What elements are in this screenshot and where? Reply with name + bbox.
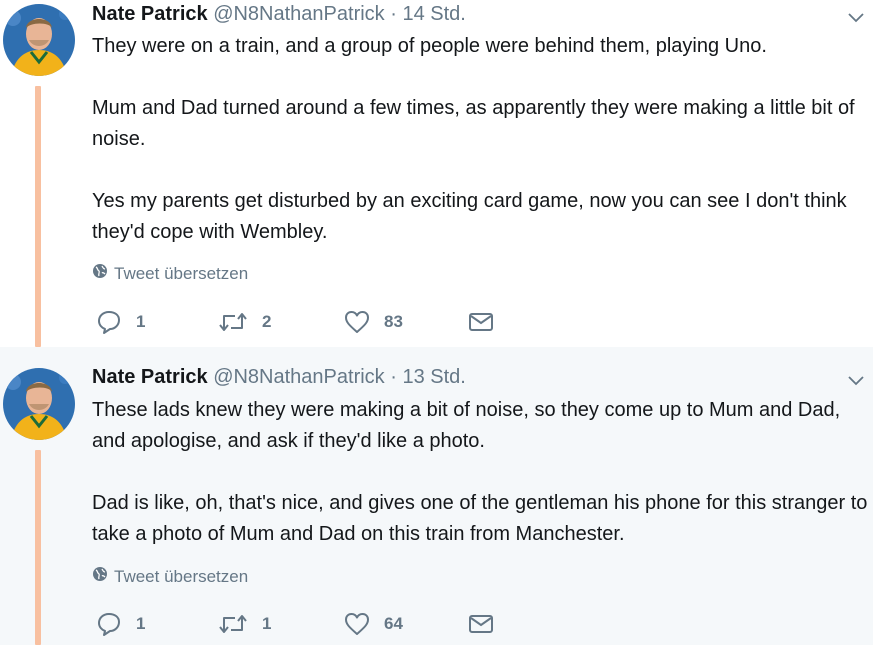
tweet-text: They were on a train, and a group of peo… [92,31,872,248]
timestamp[interactable]: 14 Std. [402,3,465,25]
tweet-header: Nate Patrick @N8NathanPatrick · 14 Std. [92,3,466,26]
retweet-count: 1 [262,614,272,633]
thread-line [35,450,41,645]
reply-count: 1 [136,614,146,633]
reply-icon [96,309,122,335]
tweet-header: Nate Patrick @N8NathanPatrick · 13 Std. [92,366,466,389]
direct-message-button[interactable] [468,309,494,335]
avatar[interactable] [3,4,75,76]
reply-button[interactable]: 1 [96,611,145,637]
author-name[interactable]: Nate Patrick [92,366,208,388]
like-count: 83 [384,312,403,331]
globe-icon [92,263,108,284]
retweet-icon [218,611,248,637]
author-handle[interactable]: @N8NathanPatrick [213,3,384,25]
translate-label: Tweet übersetzen [114,263,249,283]
retweet-button[interactable]: 2 [218,309,271,335]
globe-icon [92,566,108,587]
translate-tweet-link[interactable]: Tweet übersetzen [92,566,248,587]
translate-label: Tweet übersetzen [114,566,249,586]
timestamp[interactable]: 13 Std. [402,366,465,388]
reply-button[interactable]: 1 [96,309,145,335]
tweet-paragraph: They were on a train, and a group of peo… [92,35,767,57]
retweet-count: 2 [262,312,272,331]
chevron-down-icon[interactable] [847,371,865,389]
heart-icon [344,309,370,335]
reply-icon [96,611,122,637]
envelope-icon [468,611,494,637]
tweet[interactable]: Nate Patrick @N8NathanPatrick · 14 Std. … [0,0,873,347]
tweet-text: These lads knew they were making a bit o… [92,395,872,550]
author-name[interactable]: Nate Patrick [92,3,208,25]
retweet-icon [218,309,248,335]
separator-dot: · [390,366,397,388]
tweet-paragraph: Mum and Dad turned around a few times, a… [92,97,855,150]
tweet-paragraph: Dad is like, oh, that's nice, and gives … [92,492,868,545]
envelope-icon [468,309,494,335]
like-count: 64 [384,614,403,633]
like-button[interactable]: 83 [344,309,403,335]
reply-count: 1 [136,312,146,331]
thread-line [35,86,41,347]
translate-tweet-link[interactable]: Tweet übersetzen [92,263,248,284]
avatar[interactable] [3,368,75,440]
tweet[interactable]: Nate Patrick @N8NathanPatrick · 13 Std. … [0,347,873,645]
heart-icon [344,611,370,637]
chevron-down-icon[interactable] [847,8,865,26]
author-handle[interactable]: @N8NathanPatrick [213,366,384,388]
separator-dot: · [390,3,397,25]
like-button[interactable]: 64 [344,611,403,637]
tweet-paragraph: These lads knew they were making a bit o… [92,399,841,452]
retweet-button[interactable]: 1 [218,611,271,637]
tweet-paragraph: Yes my parents get disturbed by an excit… [92,190,847,243]
direct-message-button[interactable] [468,611,494,637]
